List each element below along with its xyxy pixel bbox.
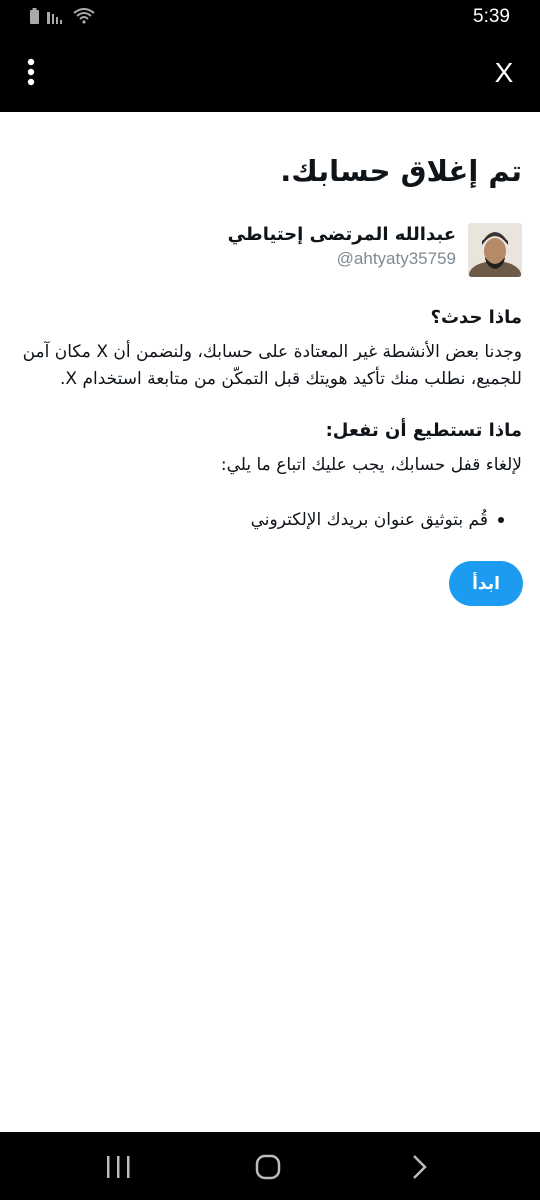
what-happened-heading: ماذا حدث؟ bbox=[430, 307, 522, 328]
battery-icon bbox=[30, 8, 39, 28]
back-icon bbox=[413, 1155, 427, 1179]
avatar bbox=[468, 223, 522, 277]
recent-apps-icon bbox=[107, 1156, 130, 1178]
status-bar: 5:39 bbox=[0, 0, 540, 34]
more-menu-button[interactable] bbox=[18, 56, 44, 90]
start-button[interactable]: ابدأ bbox=[449, 561, 523, 606]
wifi-icon bbox=[73, 8, 95, 28]
what-to-do-intro: لإلغاء قفل حسابك، يجب عليك اتباع ما يلي: bbox=[220, 455, 522, 475]
home-icon bbox=[255, 1154, 281, 1180]
what-happened-body: وجدنا بعض الأنشطة غير المعتادة على حسابك… bbox=[22, 342, 522, 389]
home-button[interactable] bbox=[248, 1152, 288, 1182]
user-handle: @ahtyaty35759 bbox=[336, 249, 456, 268]
recent-apps-button[interactable] bbox=[98, 1152, 138, 1182]
close-button[interactable]: X bbox=[488, 56, 520, 90]
back-button[interactable] bbox=[400, 1152, 440, 1182]
page-title: تم إغلاق حسابك. bbox=[280, 154, 522, 188]
status-icons bbox=[30, 8, 95, 28]
main-content: تم إغلاق حسابك. عبدالله المرتضى إحتياطي … bbox=[0, 112, 540, 1132]
signal-icon bbox=[47, 9, 65, 28]
bullet-icon bbox=[498, 517, 504, 523]
what-to-do-heading: ماذا تستطيع أن تفعل: bbox=[325, 420, 522, 441]
user-name: عبدالله المرتضى إحتياطي bbox=[227, 224, 456, 245]
app-bar: X bbox=[0, 34, 540, 112]
list-item: قُم بتوثيق عنوان بريدك الإلكتروني bbox=[54, 510, 504, 530]
status-time: 5:39 bbox=[473, 6, 510, 27]
more-vertical-icon bbox=[27, 58, 35, 86]
step-label: قُم بتوثيق عنوان بريدك الإلكتروني bbox=[250, 510, 488, 530]
close-icon: X bbox=[494, 57, 514, 88]
system-nav-bar bbox=[0, 1132, 540, 1200]
